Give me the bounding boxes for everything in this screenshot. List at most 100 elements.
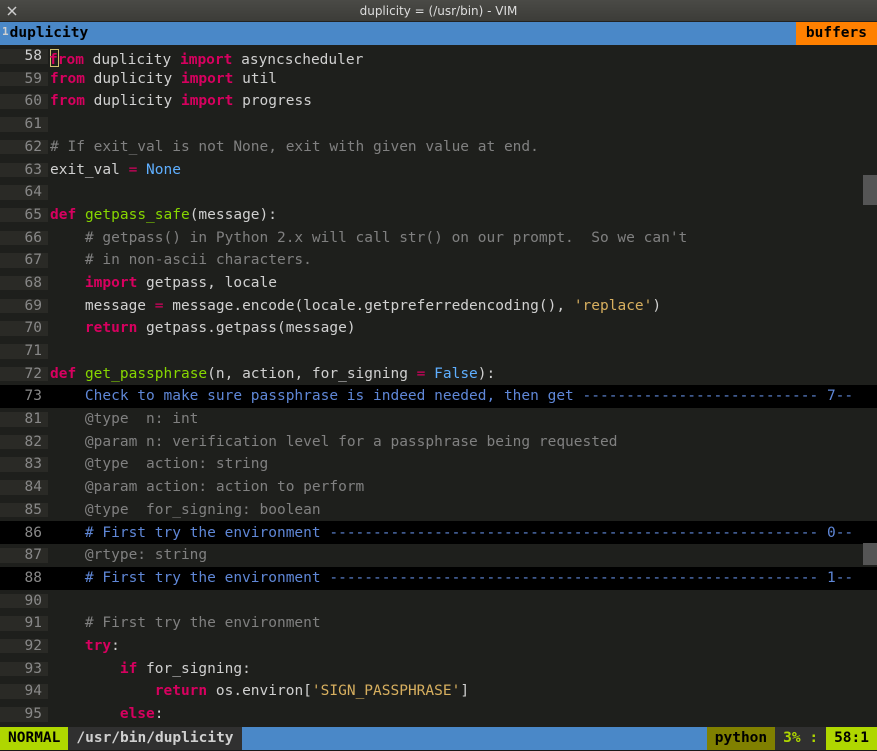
line-number: 66 xyxy=(0,231,48,246)
buffer-tab[interactable]: 1duplicity xyxy=(0,22,94,45)
code-content[interactable]: # First try the environment xyxy=(48,616,877,631)
code-content[interactable]: # If exit_val is not None, exit with giv… xyxy=(48,140,877,155)
buffer-line-filler xyxy=(94,22,796,45)
code-content[interactable]: from duplicity import util xyxy=(48,72,877,87)
code-line[interactable]: 65def getpass_safe(message): xyxy=(0,204,877,227)
status-percent: 3% : xyxy=(783,731,818,746)
status-line: NORMAL /usr/bin/duplicity python 3% : 58… xyxy=(0,727,877,750)
code-content[interactable]: import getpass, locale xyxy=(48,276,877,291)
line-number: 72 xyxy=(0,367,48,382)
code-content[interactable]: else: xyxy=(48,707,877,722)
code-line[interactable]: 64 xyxy=(0,181,877,204)
status-filetype: python xyxy=(707,727,775,750)
code-line[interactable]: 73 Check to make sure passphrase is inde… xyxy=(0,385,877,408)
buffer-tab-number: 1 xyxy=(2,26,9,37)
code-line[interactable]: 95 else: xyxy=(0,703,877,726)
status-filepath: /usr/bin/duplicity xyxy=(68,727,241,750)
close-icon[interactable] xyxy=(4,3,20,19)
line-number: 81 xyxy=(0,412,48,427)
code-content[interactable]: @rtype: string xyxy=(48,548,877,563)
code-line[interactable]: 83 @type action: string xyxy=(0,453,877,476)
code-content[interactable]: # getpass() in Python 2.x will call str(… xyxy=(48,231,877,246)
code-line[interactable]: 67 # in non-ascii characters. xyxy=(0,249,877,272)
window-titlebar: duplicity = (/usr/bin) - VIM xyxy=(0,0,877,22)
code-line[interactable]: 91 # First try the environment xyxy=(0,612,877,635)
code-content[interactable]: Check to make sure passphrase is indeed … xyxy=(48,389,877,404)
code-content[interactable]: from duplicity import progress xyxy=(48,94,877,109)
code-line[interactable]: 69 message = message.encode(locale.getpr… xyxy=(0,295,877,318)
code-line[interactable]: 93 if for_signing: xyxy=(0,658,877,681)
line-number: 61 xyxy=(0,117,48,132)
line-number: 95 xyxy=(0,707,48,722)
line-number: 91 xyxy=(0,616,48,631)
code-line[interactable]: 68 import getpass, locale xyxy=(0,272,877,295)
code-line[interactable]: 94 return os.environ['SIGN_PASSPHRASE'] xyxy=(0,680,877,703)
code-content[interactable]: def getpass_safe(message): xyxy=(48,208,877,223)
code-line[interactable]: 62# If exit_val is not None, exit with g… xyxy=(0,136,877,159)
code-line[interactable]: 81 @type n: int xyxy=(0,408,877,431)
line-number: 93 xyxy=(0,662,48,677)
code-content[interactable]: # First try the environment ------------… xyxy=(48,526,877,541)
code-content[interactable]: # in non-ascii characters. xyxy=(48,253,877,268)
code-line[interactable]: 58from duplicity import asyncscheduler xyxy=(0,45,877,68)
code-content[interactable]: @type n: int xyxy=(48,412,877,427)
code-line[interactable]: 87 @rtype: string xyxy=(0,544,877,567)
line-number: 59 xyxy=(0,72,48,87)
line-number: 69 xyxy=(0,299,48,314)
code-line[interactable]: 84 @param action: action to perform xyxy=(0,476,877,499)
line-number: 67 xyxy=(0,253,48,268)
code-content[interactable]: from duplicity import asyncscheduler xyxy=(48,46,877,68)
code-line[interactable]: 70 return getpass.getpass(message) xyxy=(0,317,877,340)
code-content[interactable]: try: xyxy=(48,639,877,654)
code-content[interactable]: @param action: action to perform xyxy=(48,480,877,495)
line-number: 86 xyxy=(0,526,48,541)
code-content[interactable]: @type for_signing: boolean xyxy=(48,503,877,518)
code-line[interactable]: 71 xyxy=(0,340,877,363)
scrollbar-thumb[interactable] xyxy=(863,175,877,205)
editor-area[interactable]: 58from duplicity import asyncscheduler59… xyxy=(0,45,877,727)
status-col-num: 1 xyxy=(860,731,869,746)
code-line[interactable]: 82 @param n: verification level for a pa… xyxy=(0,431,877,454)
status-filler xyxy=(242,727,707,750)
code-content[interactable]: # First try the environment ------------… xyxy=(48,571,877,586)
line-number: 58 xyxy=(0,49,48,64)
code-content[interactable]: @type action: string xyxy=(48,457,877,472)
code-content[interactable]: def get_passphrase(n, action, for_signin… xyxy=(48,367,877,382)
code-line[interactable]: 85 @type for_signing: boolean xyxy=(0,499,877,522)
code-content[interactable]: if for_signing: xyxy=(48,662,877,677)
line-number: 73 xyxy=(0,389,48,404)
code-line[interactable]: 66 # getpass() in Python 2.x will call s… xyxy=(0,227,877,250)
line-number: 63 xyxy=(0,163,48,178)
code-line[interactable]: 63exit_val = None xyxy=(0,158,877,181)
window-title: duplicity = (/usr/bin) - VIM xyxy=(0,5,877,17)
code-content[interactable]: return os.environ['SIGN_PASSPHRASE'] xyxy=(48,684,877,699)
code-line[interactable]: 72def get_passphrase(n, action, for_sign… xyxy=(0,363,877,386)
line-number: 60 xyxy=(0,94,48,109)
code-line[interactable]: 59from duplicity import util xyxy=(0,68,877,91)
buffer-tab-name: duplicity xyxy=(10,26,89,41)
line-number: 65 xyxy=(0,208,48,223)
code-line[interactable]: 86 # First try the environment ---------… xyxy=(0,521,877,544)
code-line[interactable]: 90 xyxy=(0,590,877,613)
code-content[interactable]: return getpass.getpass(message) xyxy=(48,321,877,336)
code-content[interactable]: exit_val = None xyxy=(48,163,877,178)
code-line[interactable]: 88 # First try the environment ---------… xyxy=(0,567,877,590)
line-number: 87 xyxy=(0,548,48,563)
line-number: 85 xyxy=(0,503,48,518)
line-number: 68 xyxy=(0,276,48,291)
line-number: 94 xyxy=(0,684,48,699)
line-number: 71 xyxy=(0,344,48,359)
buffer-line: 1duplicity buffers xyxy=(0,22,877,45)
buffers-label[interactable]: buffers xyxy=(796,22,877,45)
code-line[interactable]: 60from duplicity import progress xyxy=(0,90,877,113)
code-line[interactable]: 92 try: xyxy=(0,635,877,658)
line-number: 88 xyxy=(0,571,48,586)
line-number: 70 xyxy=(0,321,48,336)
code-line[interactable]: 61 xyxy=(0,113,877,136)
status-mode: NORMAL xyxy=(0,727,68,750)
code-content[interactable]: @param n: verification level for a passp… xyxy=(48,435,877,450)
code-content[interactable]: message = message.encode(locale.getprefe… xyxy=(48,299,877,314)
line-number: 90 xyxy=(0,594,48,609)
line-number: 84 xyxy=(0,480,48,495)
line-number: 64 xyxy=(0,185,48,200)
